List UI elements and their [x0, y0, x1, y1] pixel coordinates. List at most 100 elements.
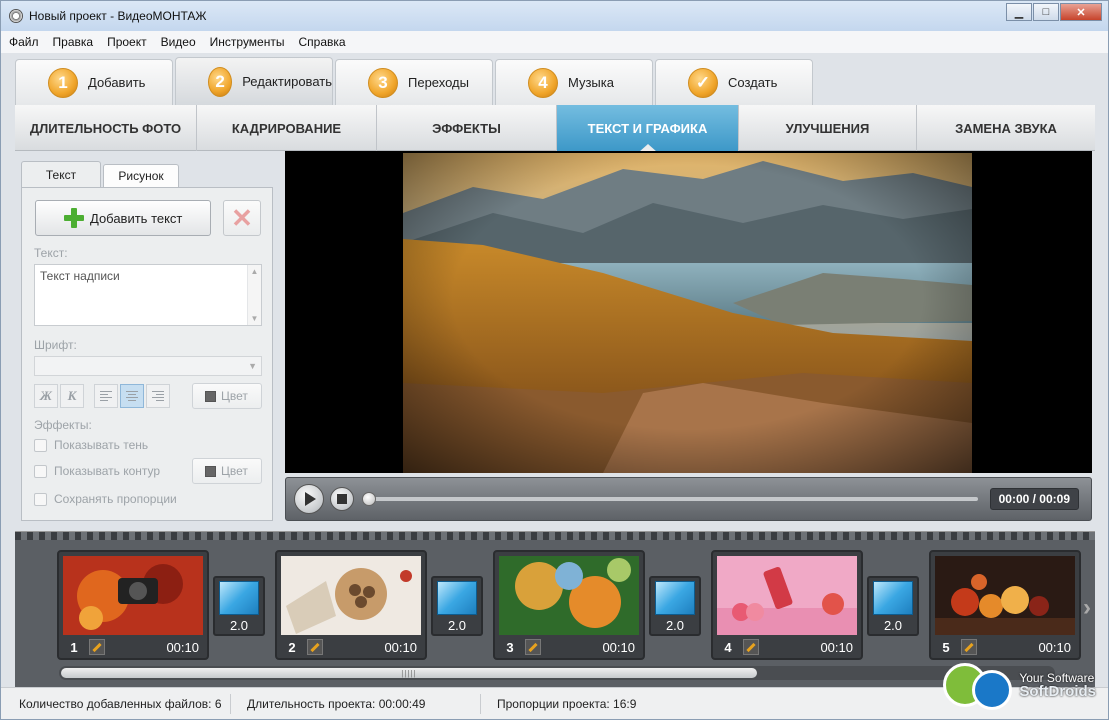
transition-2[interactable]: 2.0	[431, 576, 483, 636]
subtab-text-graphics[interactable]: ТЕКСТ И ГРАФИКА	[557, 105, 739, 152]
pencil-icon[interactable]	[743, 639, 759, 655]
subtab-crop[interactable]: КАДРИРОВАНИЕ	[197, 105, 377, 151]
minimize-button[interactable]: ▁	[1006, 3, 1032, 21]
play-icon	[305, 492, 316, 506]
slide-thumbnail	[935, 556, 1075, 635]
step-tab-create[interactable]: ✓ Создать	[655, 59, 813, 105]
step-tabs: 1 Добавить 2 Редактировать 3 Переходы 4 …	[15, 57, 815, 105]
subtab-effects[interactable]: ЭФФЕКТЫ	[377, 105, 557, 151]
outline-label: Показывать контур	[54, 464, 161, 478]
seek-handle[interactable]	[362, 492, 376, 506]
proportions-label: Сохранять пропорции	[54, 492, 177, 506]
slide-timeline: 1 00:10 2.0 2 00:10 2.0 3 00:10 2.0 4 00:10 …	[15, 531, 1095, 687]
scroll-right-icon[interactable]: ›	[1083, 594, 1091, 622]
slide-thumbnail	[717, 556, 857, 635]
tab-image[interactable]: Рисунок	[103, 164, 179, 187]
transition-3[interactable]: 2.0	[649, 576, 701, 636]
outline-checkbox-row[interactable]: Показывать контур	[34, 464, 160, 478]
text-panel: Текст Рисунок Добавить текст ✕ Текст: Те…	[21, 161, 273, 523]
subtab-replace-audio[interactable]: ЗАМЕНА ЗВУКА	[917, 105, 1095, 151]
delete-text-button[interactable]: ✕	[223, 200, 261, 236]
preview-image	[403, 153, 972, 473]
slide-5[interactable]: 5 00:10	[929, 550, 1081, 660]
text-panel-body: Добавить текст ✕ Текст: Текст надписи ▲ ▼…	[21, 187, 273, 521]
pencil-icon[interactable]	[961, 639, 977, 655]
slide-2[interactable]: 2 00:10	[275, 550, 427, 660]
menu-help[interactable]: Справка	[298, 35, 345, 49]
subtab-enhancements[interactable]: УЛУЧШЕНИЯ	[739, 105, 917, 151]
step-tab-add[interactable]: 1 Добавить	[15, 59, 173, 105]
step-label: Редактировать	[242, 74, 332, 89]
slide-4[interactable]: 4 00:10	[711, 550, 863, 660]
menu-edit[interactable]: Правка	[53, 35, 94, 49]
shadow-checkbox[interactable]	[34, 438, 47, 452]
subtab-photo-duration[interactable]: ДЛИТЕЛЬНОСТЬ ФОТО	[15, 105, 197, 151]
slide-number: 4	[724, 639, 732, 655]
effects-label: Эффекты:	[34, 418, 92, 432]
delete-icon: ✕	[231, 202, 253, 233]
transition-icon	[219, 581, 259, 615]
align-left-button[interactable]	[94, 384, 118, 408]
bold-button[interactable]: Ж	[34, 384, 58, 408]
tab-text[interactable]: Текст	[21, 161, 101, 188]
close-button[interactable]: ✕	[1060, 3, 1102, 21]
pencil-icon[interactable]	[89, 639, 105, 655]
play-button[interactable]	[294, 484, 324, 514]
pencil-icon[interactable]	[525, 639, 541, 655]
transition-duration: 2.0	[229, 618, 249, 633]
seek-bar[interactable]	[362, 492, 978, 506]
transition-4[interactable]: 2.0	[867, 576, 919, 636]
menu-project[interactable]: Проект	[107, 35, 147, 49]
text-label: Текст:	[34, 246, 68, 260]
transition-1[interactable]: 2.0	[213, 576, 265, 636]
timeline-scrollbar[interactable]: |||||	[59, 666, 1055, 680]
plus-icon	[64, 208, 84, 228]
window-title: Новый проект - ВидеоМОНТАЖ	[29, 9, 207, 23]
step-label: Музыка	[568, 75, 614, 90]
stop-button[interactable]	[330, 487, 354, 511]
timeline-scroll-thumb[interactable]: |||||	[61, 668, 757, 678]
watermark-line2: SoftDroids	[1019, 683, 1096, 700]
film-perforation	[15, 532, 1095, 540]
italic-button[interactable]: К	[60, 384, 84, 408]
outline-checkbox[interactable]	[34, 464, 47, 478]
proportions-checkbox[interactable]	[34, 492, 47, 506]
slide-duration: 00:10	[820, 639, 853, 655]
maximize-button[interactable]: □	[1033, 3, 1059, 21]
add-text-button[interactable]: Добавить текст	[35, 200, 211, 236]
status-files: Количество добавленных файлов: 6	[1, 693, 231, 714]
shadow-checkbox-row[interactable]: Показывать тень	[34, 438, 148, 452]
align-right-button[interactable]	[146, 384, 170, 408]
text-color-button[interactable]: Цвет	[192, 383, 262, 409]
pencil-icon[interactable]	[307, 639, 323, 655]
title-bar: Новый проект - ВидеоМОНТАЖ ▁ □ ✕	[1, 1, 1108, 31]
slide-number: 5	[942, 639, 950, 655]
slide-number: 1	[70, 639, 78, 655]
text-scrollbar[interactable]: ▲ ▼	[247, 265, 261, 325]
slide-3[interactable]: 3 00:10	[493, 550, 645, 660]
menu-file[interactable]: Файл	[9, 35, 39, 49]
color-swatch	[205, 390, 216, 402]
menu-video[interactable]: Видео	[161, 35, 196, 49]
align-center-button[interactable]	[120, 384, 144, 408]
menu-tools[interactable]: Инструменты	[210, 35, 285, 49]
text-input[interactable]: Текст надписи ▲ ▼	[34, 264, 262, 326]
chevron-down-icon: ▼	[248, 361, 257, 371]
player-controls: 00:00 / 00:09	[285, 477, 1092, 521]
font-select[interactable]: ▼	[34, 356, 262, 376]
checkmark-icon: ✓	[688, 67, 718, 98]
outline-color-button[interactable]: Цвет	[192, 458, 262, 484]
slide-number: 3	[506, 639, 514, 655]
slide-1[interactable]: 1 00:10	[57, 550, 209, 660]
step-label: Создать	[728, 75, 778, 90]
app-window: Новый проект - ВидеоМОНТАЖ ▁ □ ✕ Файл Пр…	[0, 0, 1109, 720]
color-label: Цвет	[221, 389, 248, 403]
proportions-checkbox-row[interactable]: Сохранять пропорции	[34, 492, 177, 506]
slide-number: 2	[288, 639, 296, 655]
step-tab-music[interactable]: 4 Музыка	[495, 59, 653, 105]
video-preview[interactable]	[285, 151, 1092, 473]
step-tab-transitions[interactable]: 3 Переходы	[335, 59, 493, 105]
shadow-label: Показывать тень	[54, 438, 149, 452]
edit-subtabs: ДЛИТЕЛЬНОСТЬ ФОТО КАДРИРОВАНИЕ ЭФФЕКТЫ Т…	[15, 105, 1095, 152]
step-tab-edit[interactable]: 2 Редактировать	[175, 57, 333, 105]
